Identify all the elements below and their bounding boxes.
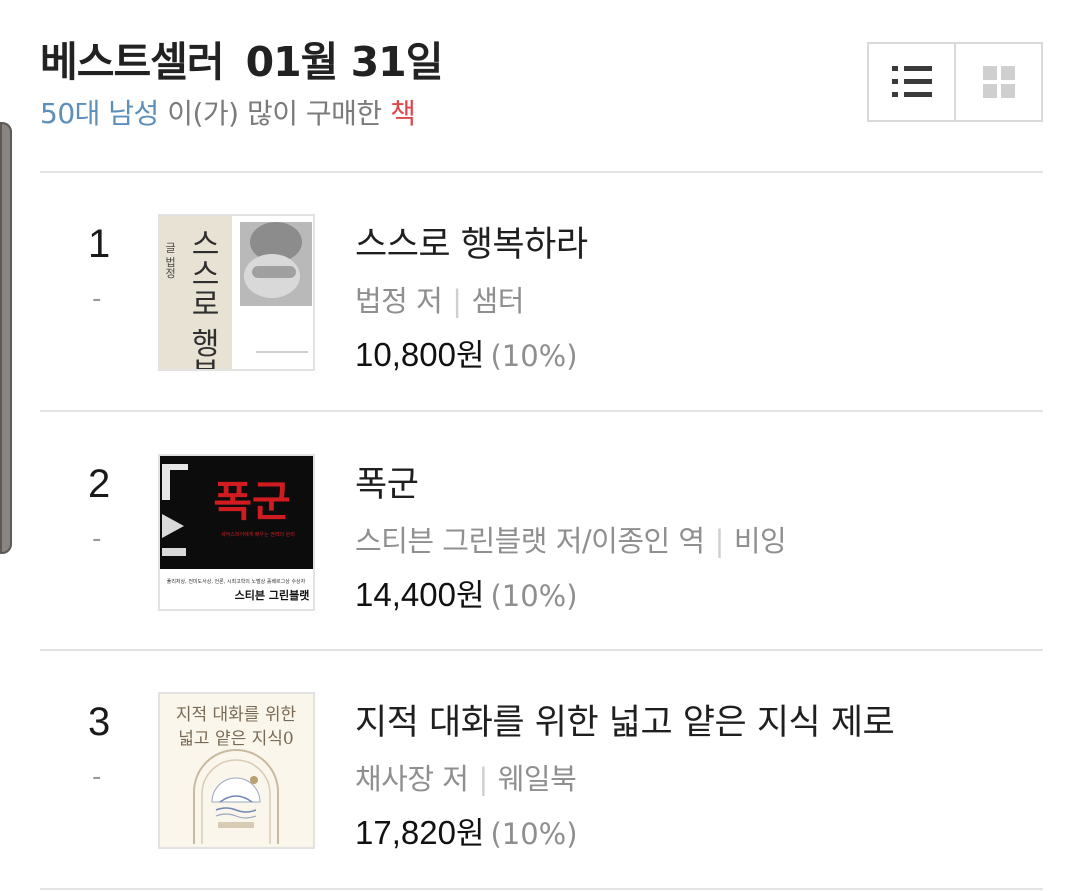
title-date: 01월 31일 [245,38,444,86]
title-text: 베스트셀러 [40,38,225,86]
cover-text: 셰익스피어에게 배우는 권력의 원리 [221,531,295,538]
price-unit: 원 [455,338,485,374]
side-scroll-handle[interactable] [0,122,12,554]
subtitle-demographic: 50대 남성 [40,97,159,130]
cover-text: 스스로 행복하라 [185,228,220,369]
price-unit: 원 [455,578,485,614]
book-publisher: 비잉 [733,524,787,558]
page-title: 베스트셀러 01월 31일 [40,28,444,88]
book-list-item[interactable]: 2 - 폭군 셰익스피어에게 배우는 권력의 원리 퓰리처상, 전미도서상, 언… [40,412,1043,650]
price-discount: (10%) [490,339,578,373]
list-view-button[interactable] [869,44,954,120]
price-amount: 10,800 [355,336,456,373]
book-cover[interactable]: 글 법정 스스로 행복하라 [158,214,315,371]
divider [40,888,1043,890]
book-author: 법정 저 [355,284,443,318]
grid-view-button[interactable] [954,44,1041,120]
book-price: 17,820원 (10%) [355,808,578,853]
book-cover-art: 지적 대화를 위한 넓고 얕은 지식0 [160,694,313,847]
grid-view-icon [982,66,1015,98]
book-title[interactable]: 지적 대화를 위한 넓고 얕은 지식 제로 [355,694,895,745]
cover-text: 폭군 [213,477,290,526]
rank-change: - [92,284,102,314]
rank-number: 3 [88,700,111,744]
rank-number: 1 [88,222,111,266]
price-amount: 17,820 [355,814,456,851]
book-list-item[interactable]: 3 - 지적 대화를 위한 넓고 얕은 지식0 지적 대화를 위한 넓고 얕은 … [40,650,1043,888]
meta-separator: | [478,762,488,796]
book-publisher: 웨일북 [497,762,577,796]
price-discount: (10%) [490,817,578,851]
subtitle-category: 책 [390,97,416,130]
rank-number: 2 [88,462,111,506]
cover-text: 글 법정 [164,242,177,279]
meta-separator: | [714,524,725,558]
meta-separator: | [452,284,462,318]
book-publisher: 샘터 [471,284,525,318]
cover-text: 지적 대화를 위한 [176,705,297,725]
cover-text: 퓰리처상, 전미도서상, 언론, 시최고학의 노벨상 홀베르그상 수상자 [167,578,306,585]
book-title[interactable]: 스스로 행복하라 [355,216,588,267]
cover-text: 넓고 얕은 지식0 [178,729,293,749]
book-cover[interactable]: 폭군 셰익스피어에게 배우는 권력의 원리 퓰리처상, 전미도서상, 언론, 시… [158,454,315,611]
book-author: 스티븐 그린블랫 저/이종인 역 [355,524,705,558]
cover-text: 스티븐 그린블랫 [235,588,310,602]
book-cover-art: 글 법정 스스로 행복하라 [160,216,313,369]
bestseller-page: 베스트셀러 01월 31일 50대 남성 이(가) 많이 구매한 책 1 - 글… [0,0,1080,891]
book-price: 10,800원 (10%) [355,330,578,375]
view-toggle [867,42,1043,122]
list-view-icon [891,66,932,98]
book-title[interactable]: 폭군 [355,456,419,507]
book-meta: 채사장 저 | 웨일북 [355,756,577,798]
price-discount: (10%) [490,579,578,613]
rank-change: - [92,762,102,792]
subtitle-middle: 이(가) 많이 구매한 [158,97,391,130]
book-meta: 스티븐 그린블랫 저/이종인 역 | 비잉 [355,518,787,560]
book-price: 14,400원 (10%) [355,570,578,615]
price-unit: 원 [455,816,485,852]
book-list-item[interactable]: 1 - 글 법정 스스로 행복하라 스스로 행복하라 법정 저 | 샘터 10,80… [40,172,1043,410]
rank-change: - [92,524,102,554]
price-amount: 14,400 [355,576,456,613]
book-meta: 법정 저 | 샘터 [355,278,524,320]
page-subtitle: 50대 남성 이(가) 많이 구매한 책 [40,92,416,132]
book-cover-art: 폭군 셰익스피어에게 배우는 권력의 원리 퓰리처상, 전미도서상, 언론, 시… [160,456,313,609]
book-author: 채사장 저 [355,762,469,796]
book-cover[interactable]: 지적 대화를 위한 넓고 얕은 지식0 [158,692,315,849]
